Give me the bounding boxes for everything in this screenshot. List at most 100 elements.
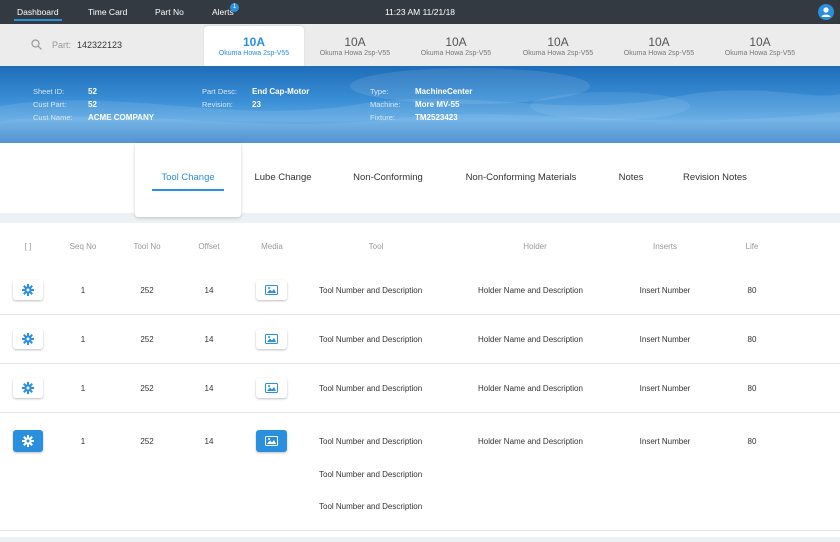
seq-no: 1 — [80, 384, 86, 393]
offset: 14 — [204, 437, 214, 446]
header-inserts: Inserts — [652, 242, 677, 251]
image-icon — [265, 285, 278, 295]
tab-revision-notes[interactable]: Revision Notes — [672, 143, 758, 217]
media-button[interactable] — [256, 378, 287, 398]
machine-code: 10A — [648, 35, 670, 49]
holder-description: Holder Name and Description — [478, 437, 583, 446]
life: 80 — [747, 286, 757, 295]
clock: 11:23 AM 11/21/18 — [384, 7, 456, 17]
seq-no: 1 — [80, 437, 86, 446]
settings-button[interactable] — [13, 329, 43, 349]
machine-model: Okuma Howa 2sp-V55 — [724, 50, 796, 57]
offset: 14 — [204, 384, 214, 393]
gear-icon — [22, 435, 34, 447]
revision-value: 23 — [252, 100, 261, 109]
gear-icon — [22, 382, 34, 394]
cust-part-label: Cust Part: — [33, 100, 67, 109]
machine-code: 10A — [344, 35, 366, 49]
life: 80 — [747, 437, 757, 446]
header-offset: Offset — [198, 242, 220, 251]
header-tool: Tool — [368, 242, 384, 251]
row-divider — [0, 363, 840, 364]
header-life: Life — [745, 242, 759, 251]
tab-non-conforming[interactable]: Non-Conforming — [338, 143, 438, 217]
media-button[interactable] — [256, 329, 287, 349]
sheet-id-label: Sheet ID: — [33, 87, 65, 96]
tab-lube-change[interactable]: Lube Change — [245, 143, 321, 217]
row-divider — [0, 530, 840, 531]
tab-label: Tool Change — [161, 172, 215, 183]
settings-button[interactable] — [13, 430, 43, 452]
machine-tab[interactable]: 10A Okuma Howa 2sp-V55 — [204, 26, 304, 68]
fixture-value: TM2523423 — [415, 113, 458, 122]
life: 80 — [747, 335, 757, 344]
user-avatar-icon[interactable] — [818, 4, 834, 20]
machine-code: 10A — [242, 35, 265, 49]
select-all-checkbox[interactable]: [ ] — [14, 242, 42, 251]
settings-button[interactable] — [13, 280, 43, 300]
insert-number: Insert Number — [639, 335, 691, 344]
tool-description: Tool Number and Description — [319, 335, 423, 344]
machine-model: Okuma Howa 2sp-V55 — [319, 50, 391, 57]
cust-name-label: Cust Name: — [33, 113, 73, 122]
sheet-id-value: 52 — [88, 87, 97, 96]
tool-no: 252 — [140, 437, 154, 446]
part-desc-label: Part Desc: — [202, 87, 238, 96]
cust-name-value: ACME COMPANY — [88, 113, 155, 122]
tab-notes[interactable]: Notes — [607, 143, 655, 217]
section-tabs: Tool Change Lube Change Non-Conforming N… — [0, 143, 840, 223]
media-button[interactable] — [256, 430, 287, 452]
header-tool-no: Tool No — [133, 242, 161, 251]
holder-description: Holder Name and Description — [478, 335, 583, 344]
insert-number: Insert Number — [639, 286, 691, 295]
table-footer — [0, 537, 840, 542]
tool-no: 252 — [140, 286, 154, 295]
active-tab-underline — [152, 189, 224, 191]
machine-tab[interactable]: 10A Okuma Howa 2sp-V55 — [305, 26, 405, 70]
part-desc-value: End Cap-Motor — [252, 87, 310, 96]
media-button[interactable] — [256, 280, 287, 300]
insert-number: Insert Number — [639, 384, 691, 393]
tab-tool-change[interactable]: Tool Change — [135, 143, 241, 217]
settings-button[interactable] — [13, 378, 43, 398]
machine-model: Okuma Howa 2sp-V55 — [420, 50, 492, 57]
tool-description: Tool Number and Description — [319, 437, 423, 446]
machine-model: Okuma Howa 2sp-V55 — [522, 50, 594, 57]
tool-change-table: [ ] Seq No Tool No Offset Media Tool Hol… — [0, 223, 840, 542]
search-input[interactable]: 142322123 — [77, 40, 122, 50]
life: 80 — [747, 384, 757, 393]
holder-description: Holder Name and Description — [478, 286, 583, 295]
tool-description: Tool Number and Description — [319, 286, 423, 295]
machine-model: Okuma Howa 2sp-V55 — [218, 50, 290, 57]
tool-description: Tool Number and Description — [319, 502, 423, 511]
part-info-banner: Sheet ID: 52 Cust Part: 52 Cust Name: AC… — [0, 66, 840, 143]
machine-bar: Part: 142322123 10A Okuma Howa 2sp-V55 1… — [0, 24, 840, 68]
seq-no: 1 — [80, 286, 86, 295]
tab-non-conforming-materials[interactable]: Non-Conforming Materials — [452, 143, 590, 217]
top-nav: Dashboard Time Card Part No Alerts 1 11:… — [0, 0, 840, 24]
machine-tab[interactable]: 10A Okuma Howa 2sp-V55 — [710, 26, 810, 70]
holder-description: Holder Name and Description — [478, 384, 583, 393]
insert-number: Insert Number — [639, 437, 691, 446]
type-value: MachineCenter — [415, 87, 473, 96]
image-icon — [265, 334, 278, 344]
fixture-label: Fixture: — [370, 113, 396, 122]
header-seq-no: Seq No — [69, 242, 97, 251]
gear-icon — [22, 284, 34, 296]
machine-code: 10A — [445, 35, 467, 49]
tool-no: 252 — [140, 335, 154, 344]
machine-tab[interactable]: 10A Okuma Howa 2sp-V55 — [609, 26, 709, 70]
machine-tab[interactable]: 10A Okuma Howa 2sp-V55 — [406, 26, 506, 70]
machine-label: Machine: — [370, 100, 401, 109]
offset: 14 — [204, 335, 214, 344]
machine-code: 10A — [547, 35, 569, 49]
offset: 14 — [204, 286, 214, 295]
header-media: Media — [261, 242, 283, 251]
machine-model: Okuma Howa 2sp-V55 — [623, 50, 695, 57]
tool-no: 252 — [140, 384, 154, 393]
image-icon — [265, 383, 278, 393]
revision-label: Revision: — [202, 100, 233, 109]
cust-part-value: 52 — [88, 100, 97, 109]
tool-description: Tool Number and Description — [319, 470, 423, 479]
machine-tab[interactable]: 10A Okuma Howa 2sp-V55 — [508, 26, 608, 70]
